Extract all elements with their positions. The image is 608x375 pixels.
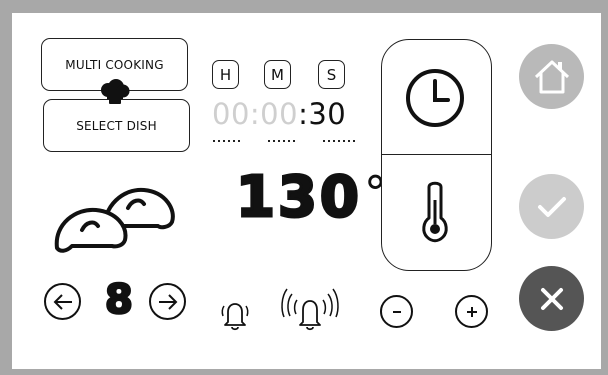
arrow-left-icon xyxy=(53,293,72,310)
seconds-button[interactable]: S xyxy=(318,60,345,89)
arrow-right-icon xyxy=(158,293,177,310)
select-dish-button[interactable]: SELECT DISH xyxy=(43,99,190,152)
timer-display: 00:00:30 xyxy=(212,97,346,131)
temperature-display: 130° xyxy=(235,168,390,227)
increase-button[interactable] xyxy=(455,295,488,328)
select-dish-label: SELECT DISH xyxy=(76,118,157,133)
decrease-quantity-button[interactable] xyxy=(44,283,81,320)
timer-active-digits: :30 xyxy=(298,97,347,131)
panel-divider xyxy=(382,154,491,155)
cancel-button[interactable] xyxy=(519,266,584,331)
multi-cooking-label: MULTI COOKING xyxy=(65,57,164,72)
decrease-button[interactable] xyxy=(380,295,413,328)
chef-hat-icon xyxy=(99,79,131,105)
confirm-button[interactable] xyxy=(519,174,584,239)
home-button[interactable] xyxy=(519,44,584,109)
minus-icon xyxy=(392,310,401,313)
quantity-value: 8 xyxy=(104,277,134,323)
increase-quantity-button[interactable] xyxy=(149,283,186,320)
hours-label: H xyxy=(219,65,232,84)
bell-icon[interactable] xyxy=(214,292,256,334)
close-icon xyxy=(540,287,563,310)
minutes-button[interactable]: M xyxy=(264,60,291,89)
bread-rolls-icon xyxy=(52,186,177,258)
thermometer-icon[interactable] xyxy=(420,178,450,244)
minutes-label: M xyxy=(271,65,284,84)
timer-underline-dots xyxy=(213,138,358,144)
check-icon xyxy=(537,196,566,217)
seconds-label: S xyxy=(326,65,337,84)
temperature-value: 130 xyxy=(235,165,362,230)
hours-button[interactable]: H xyxy=(212,60,239,89)
plus-icon xyxy=(466,306,477,317)
timer-inactive-digits: 00:00 xyxy=(212,97,299,131)
home-icon xyxy=(534,60,569,93)
clock-icon[interactable] xyxy=(404,67,466,129)
bell-ringing-icon[interactable] xyxy=(280,282,340,334)
